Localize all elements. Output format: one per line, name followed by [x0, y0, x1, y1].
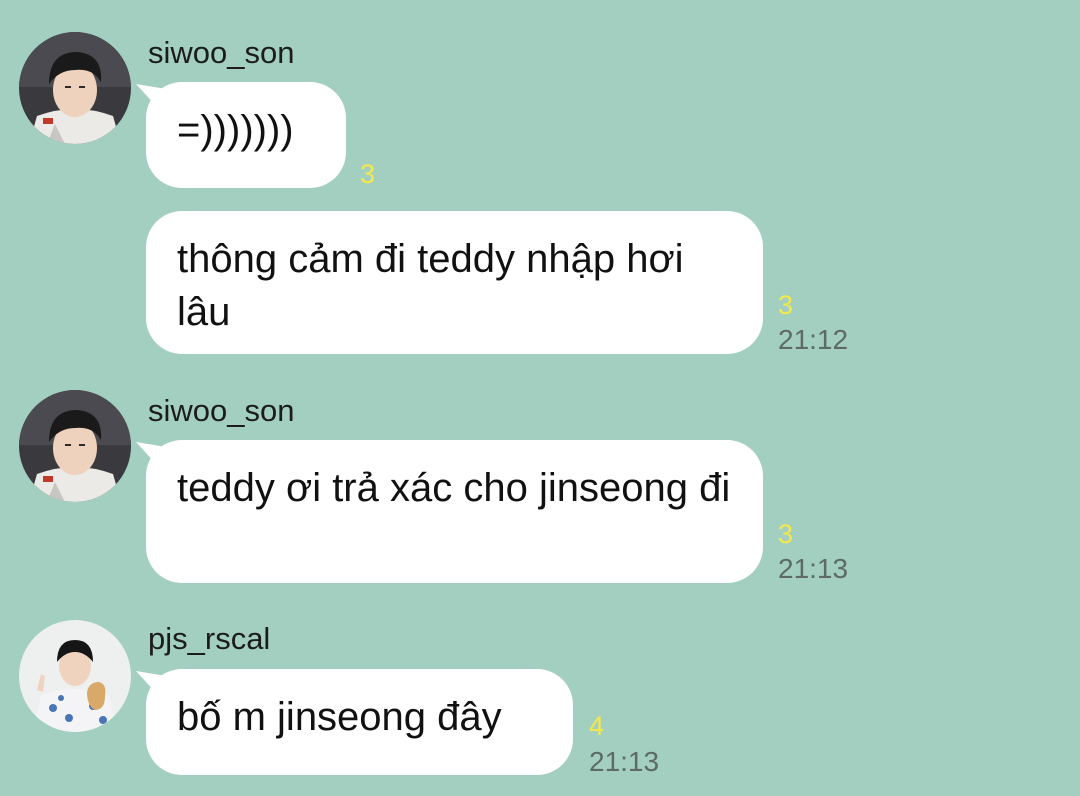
avatar-siwoo-son[interactable] [19, 32, 131, 144]
sender-name: siwoo_son [148, 393, 295, 428]
unread-count: 3 [778, 519, 794, 549]
message-bubble[interactable]: bố m jinseong đây [146, 669, 573, 775]
message-timestamp: 21:13 [778, 553, 849, 584]
sender-name: siwoo_son [148, 35, 295, 70]
profile-photo-icon [19, 32, 131, 144]
unread-count: 3 [360, 159, 376, 189]
message-text: teddy ơi trả xác cho jinseong đi [177, 466, 731, 510]
unread-count: 4 [589, 711, 605, 741]
message-bubble[interactable]: thông cảm đi teddy nhập hơi lâu [146, 211, 763, 354]
profile-photo-icon [19, 390, 131, 502]
message-text: =))))))) [177, 108, 294, 152]
message-timestamp: 21:13 [589, 746, 660, 777]
message-bubble[interactable]: teddy ơi trả xác cho jinseong đi [146, 440, 763, 583]
message-text: bố m jinseong đây [177, 695, 502, 739]
unread-count: 3 [778, 290, 794, 320]
profile-photo-icon [19, 620, 131, 732]
sender-name: pjs_rscal [148, 621, 271, 656]
message-text: thông cảm đi teddy nhập hơi lâu [177, 237, 684, 334]
avatar-pjs-rscal[interactable] [19, 620, 131, 732]
message-timestamp: 21:12 [778, 324, 849, 355]
avatar-siwoo-son[interactable] [19, 390, 131, 502]
message-bubble[interactable]: =))))))) [146, 82, 346, 188]
